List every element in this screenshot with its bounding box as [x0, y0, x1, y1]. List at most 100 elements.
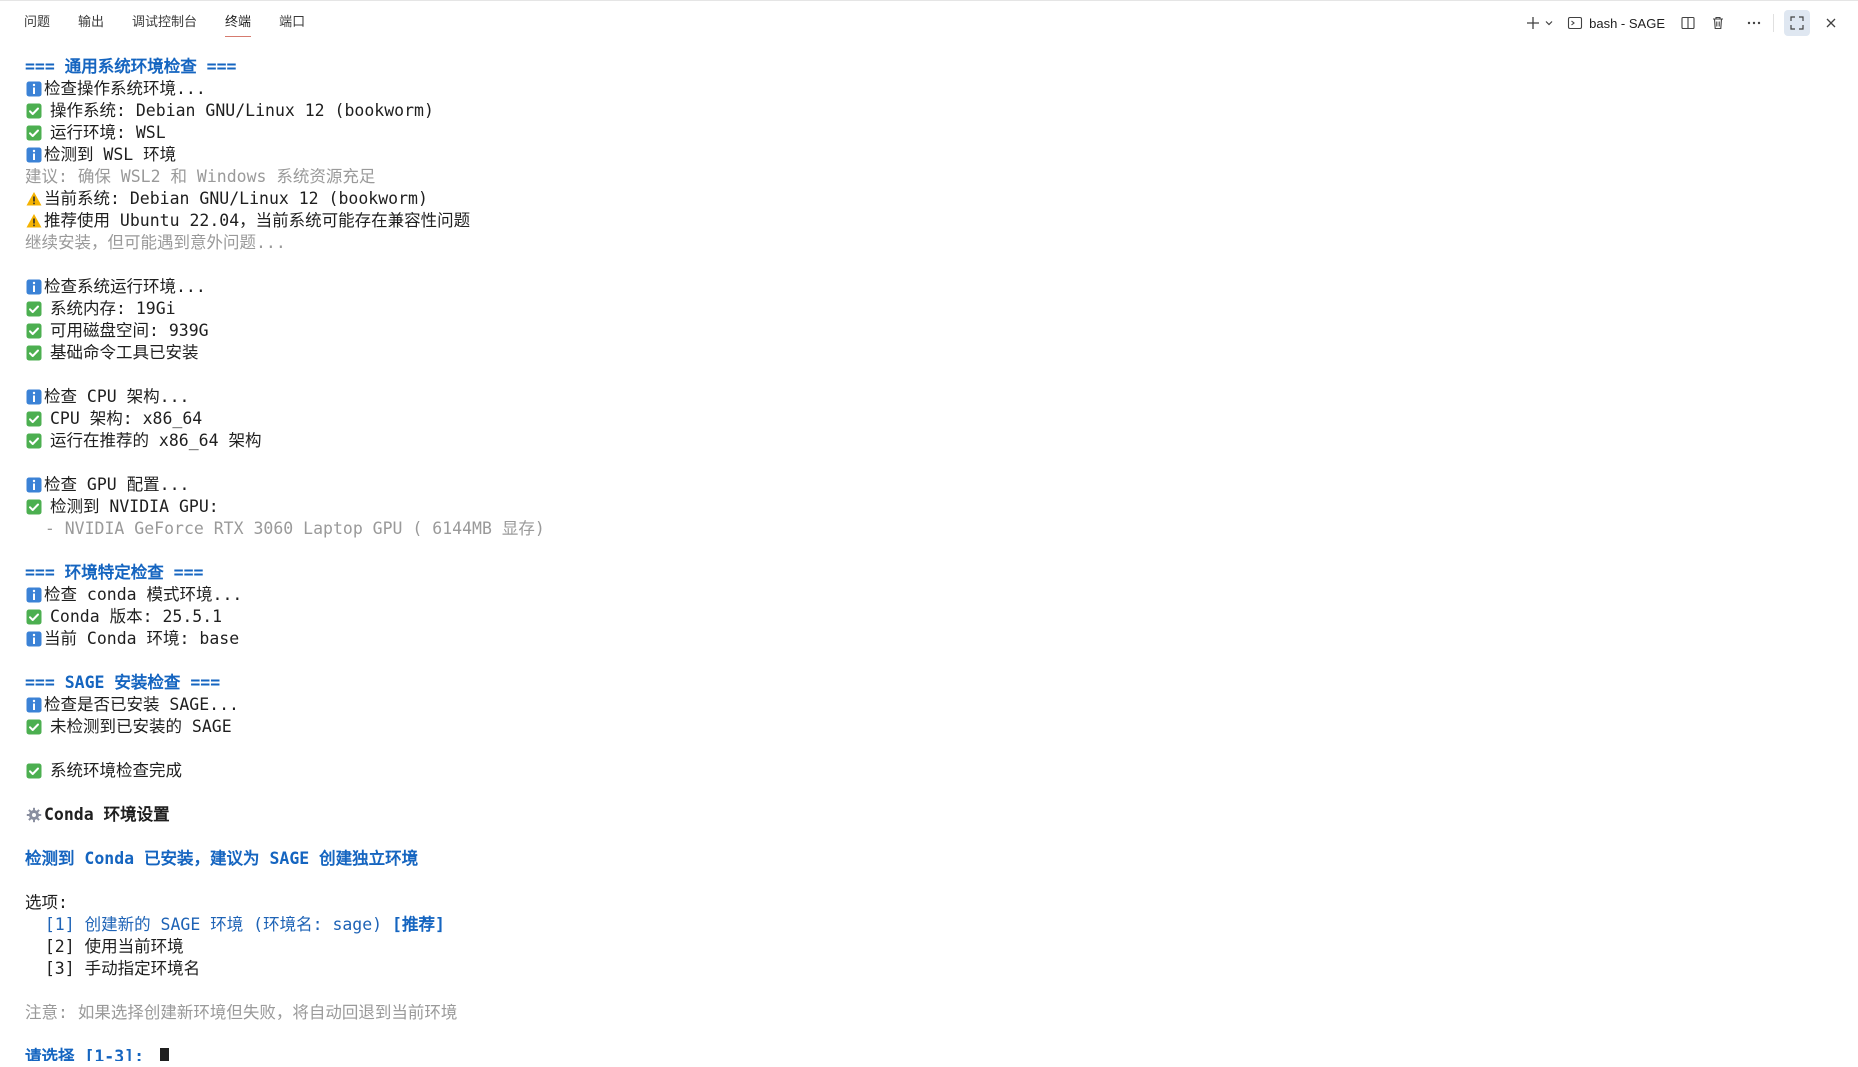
terminal-line: 请选择 [1-3]:	[25, 1046, 1825, 1061]
terminal-cursor[interactable]	[159, 1048, 169, 1061]
terminal-line: 检测到 WSL 环境	[25, 144, 1825, 166]
info-icon	[25, 477, 42, 494]
maximize-panel-button[interactable]	[1784, 10, 1810, 36]
terminal-line-text: [3] 手动指定环境名	[25, 959, 201, 978]
more-icon	[1746, 15, 1762, 31]
terminal-line-text: 运行在推荐的 x86_64 架构	[50, 431, 262, 450]
terminal-line-text: 操作系统: Debian GNU/Linux 12 (bookworm)	[50, 101, 434, 120]
terminal-line: 检查 conda 模式环境...	[25, 584, 1825, 606]
terminal-line-text: 继续安装，但可能遇到意外问题...	[25, 233, 286, 252]
terminal-line: 运行在推荐的 x86_64 架构	[25, 430, 1825, 452]
terminal-line-text: 未检测到已安装的 SAGE	[50, 717, 232, 736]
close-panel-button[interactable]	[1818, 10, 1844, 36]
info-icon	[25, 147, 42, 164]
new-terminal-button[interactable]	[1525, 10, 1555, 36]
more-actions-button[interactable]	[1741, 10, 1767, 36]
terminal-line: 检测到 Conda 已安装，建议为 SAGE 创建独立环境	[25, 848, 1825, 870]
terminal-icon	[1567, 15, 1583, 31]
terminal-line-text: 选项:	[25, 893, 68, 912]
terminal-line-text: CPU 架构: x86_64	[50, 409, 203, 428]
terminal-line-text: 检测到 NVIDIA GPU:	[50, 497, 219, 516]
trash-icon	[1710, 15, 1726, 31]
recommended-tag: [推荐]	[382, 915, 445, 934]
tab-debug-console[interactable]: 调试控制台	[122, 1, 207, 45]
terminal-line: 操作系统: Debian GNU/Linux 12 (bookworm)	[25, 100, 1825, 122]
terminal-line-text: 当前系统: Debian GNU/Linux 12 (bookworm)	[44, 189, 428, 208]
terminal-toolbar: bash - SAGE	[1521, 1, 1844, 45]
check-icon	[25, 719, 42, 736]
check-icon	[25, 103, 42, 120]
maximize-icon	[1789, 15, 1805, 31]
tab-output[interactable]: 输出	[68, 1, 114, 45]
terminal-line-text: 运行环境: WSL	[50, 123, 166, 142]
terminal-line-text: 基础命令工具已安装	[50, 343, 199, 362]
terminal-line-text: 检测到 WSL 环境	[44, 145, 177, 164]
terminal-line: 检查是否已安装 SAGE...	[25, 694, 1825, 716]
terminal-line: [2] 使用当前环境	[25, 936, 1825, 958]
terminal-line-text: 检查是否已安装 SAGE...	[44, 695, 239, 714]
check-icon	[25, 433, 42, 450]
tab-ports[interactable]: 端口	[269, 1, 315, 45]
terminal-line-text: 请选择 [1-3]:	[25, 1047, 154, 1061]
terminal-line-text: 检查 GPU 配置...	[44, 475, 190, 494]
terminal-line-text: === 环境特定检查 ===	[25, 563, 204, 582]
check-icon	[25, 301, 42, 318]
terminal-line: [1] 创建新的 SAGE 环境 (环境名: sage) [推荐]	[25, 914, 1825, 936]
terminal-line-text: 检查系统运行环境...	[44, 277, 206, 296]
chevron-down-icon	[1543, 17, 1555, 29]
terminal-line-text: Conda 版本: 25.5.1	[50, 607, 223, 626]
terminal-line: 未检测到已安装的 SAGE	[25, 716, 1825, 738]
terminal-line: 可用磁盘空间: 939G	[25, 320, 1825, 342]
check-icon	[25, 499, 42, 516]
check-icon	[25, 763, 42, 780]
terminal-line: === SAGE 安装检查 ===	[25, 672, 1825, 694]
close-icon	[1824, 16, 1838, 30]
tab-terminal[interactable]: 终端	[215, 1, 261, 45]
terminal-line-text: [1] 创建新的 SAGE 环境 (环境名: sage)	[25, 915, 383, 934]
check-icon	[25, 609, 42, 626]
warning-icon	[25, 191, 42, 208]
terminal-line: === 环境特定检查 ===	[25, 562, 1825, 584]
terminal-select-button[interactable]: bash - SAGE	[1567, 10, 1665, 36]
info-icon	[25, 587, 42, 604]
terminal-line: 检查 CPU 架构...	[25, 386, 1825, 408]
split-terminal-button[interactable]	[1675, 10, 1701, 36]
terminal-line: CPU 架构: x86_64	[25, 408, 1825, 430]
terminal-line: 注意: 如果选择创建新环境但失败，将自动回退到当前环境	[25, 1002, 1825, 1024]
terminal-line: 选项:	[25, 892, 1825, 914]
terminal-line: 检查操作系统环境...	[25, 78, 1825, 100]
terminal-line-text: 检查 CPU 架构...	[44, 387, 190, 406]
check-icon	[25, 345, 42, 362]
check-icon	[25, 323, 42, 340]
terminal-line-text: 系统内存: 19Gi	[50, 299, 176, 318]
gear-icon	[25, 807, 42, 824]
terminal-line-text: 当前 Conda 环境: base	[44, 629, 240, 648]
kill-terminal-button[interactable]	[1705, 10, 1731, 36]
terminal-line: === 通用系统环境检查 ===	[25, 56, 1825, 78]
terminal-line: 检查 GPU 配置...	[25, 474, 1825, 496]
terminal-line: 当前系统: Debian GNU/Linux 12 (bookworm)	[25, 188, 1825, 210]
info-icon	[25, 389, 42, 406]
terminal-line-text: - NVIDIA GeForce RTX 3060 Laptop GPU ( 6…	[25, 519, 545, 538]
warning-icon	[25, 213, 42, 230]
terminal-line: Conda 环境设置	[25, 804, 1825, 826]
terminal-line: - NVIDIA GeForce RTX 3060 Laptop GPU ( 6…	[25, 518, 1825, 540]
terminal-line: 检测到 NVIDIA GPU:	[25, 496, 1825, 518]
info-icon	[25, 631, 42, 648]
terminal-line: 系统环境检查完成	[25, 760, 1825, 782]
terminal-output[interactable]: === 通用系统环境检查 === 检查操作系统环境... 操作系统: Debian …	[25, 56, 1825, 1061]
terminal-line-text: 推荐使用 Ubuntu 22.04，当前系统可能存在兼容性问题	[44, 211, 471, 230]
terminal-line-text: 检测到 Conda 已安装，建议为 SAGE 创建独立环境	[25, 849, 419, 868]
plus-icon	[1525, 15, 1541, 31]
tab-problems[interactable]: 问题	[14, 1, 60, 45]
terminal-line-text: 注意: 如果选择创建新环境但失败，将自动回退到当前环境	[25, 1003, 458, 1022]
